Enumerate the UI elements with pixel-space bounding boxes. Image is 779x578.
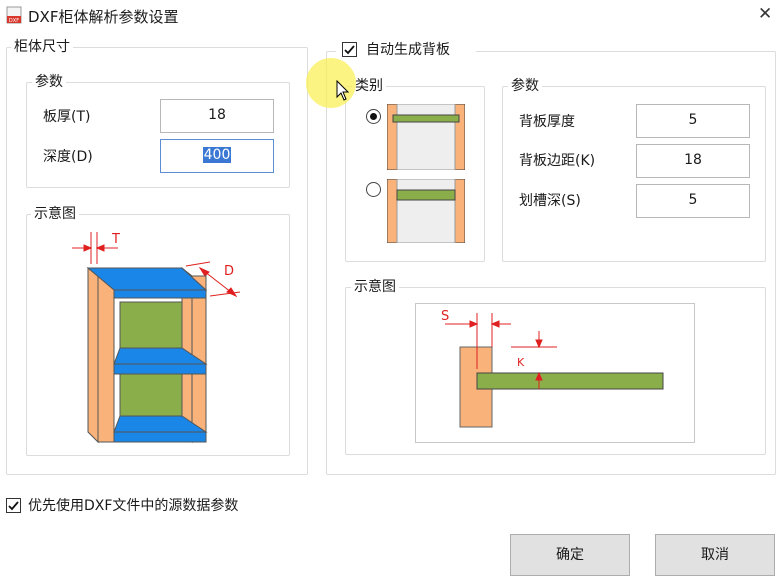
auto-generate-label: 自动生成背板 bbox=[366, 42, 450, 58]
cabinet-diagram: T D bbox=[72, 232, 241, 444]
checkmark-icon bbox=[8, 501, 19, 511]
auto-generate-toggle[interactable]: 自动生成背板 bbox=[336, 40, 476, 62]
back-margin-input[interactable]: 18 bbox=[636, 144, 750, 178]
app-icon: DXF bbox=[6, 6, 22, 24]
depth-input-value: 400 bbox=[202, 147, 232, 163]
back-panel-diagram: S K bbox=[415, 303, 695, 443]
s-label: S bbox=[441, 309, 449, 324]
cancel-button[interactable]: 取消 bbox=[655, 534, 775, 576]
top-shelf-edge bbox=[113, 289, 207, 299]
thickness-label: 板厚(T) bbox=[43, 109, 91, 125]
prefer-source-toggle[interactable]: 优先使用DXF文件中的源数据参数 bbox=[4, 495, 264, 517]
thickness-input[interactable]: 18 bbox=[160, 99, 274, 133]
groove-depth-input[interactable]: 5 bbox=[636, 184, 750, 218]
category-group-label: 类别 bbox=[352, 78, 386, 94]
cabinet-size-group-label: 柜体尺寸 bbox=[11, 39, 73, 55]
auto-generate-checkbox[interactable] bbox=[342, 42, 357, 57]
checkmark-icon bbox=[344, 45, 355, 55]
bottom-shelf-edge bbox=[113, 431, 207, 443]
k-label: K bbox=[517, 356, 525, 369]
cabinet-params-group-label: 参数 bbox=[32, 74, 66, 90]
left-front-edge bbox=[97, 275, 115, 443]
back-diagram-group-label: 示意图 bbox=[351, 279, 399, 295]
back-thickness-label: 背板厚度 bbox=[519, 114, 575, 130]
title-bar: DXF DXF柜体解析参数设置 ✕ bbox=[0, 0, 779, 32]
depth-input[interactable]: 400 bbox=[160, 139, 274, 173]
prefer-source-checkbox[interactable] bbox=[6, 498, 21, 513]
groove-depth-label: 划槽深(S) bbox=[519, 193, 581, 209]
depth-label: 深度(D) bbox=[43, 149, 93, 165]
close-icon[interactable]: ✕ bbox=[758, 4, 772, 24]
ok-button[interactable]: 确定 bbox=[510, 534, 630, 576]
back-thickness-input[interactable]: 5 bbox=[636, 104, 750, 138]
category-option-1-diagram bbox=[387, 104, 465, 170]
category-option-2-diagram bbox=[387, 179, 465, 243]
prefer-source-label: 优先使用DXF文件中的源数据参数 bbox=[28, 498, 239, 514]
mouse-pointer-icon bbox=[336, 80, 350, 101]
category-option-1-radio[interactable] bbox=[366, 109, 381, 124]
d-label: D bbox=[224, 264, 234, 279]
t-label: T bbox=[111, 232, 120, 247]
left-side-panel bbox=[87, 266, 99, 444]
back-margin-label: 背板边距(K) bbox=[519, 153, 596, 169]
cabinet-diagram-group-label: 示意图 bbox=[31, 206, 79, 222]
window-title: DXF柜体解析参数设置 bbox=[28, 8, 179, 26]
app-icon-text: DXF bbox=[9, 18, 19, 24]
middle-shelf-edge bbox=[113, 363, 207, 375]
back-params-group-label: 参数 bbox=[508, 78, 542, 94]
category-option-2-radio[interactable] bbox=[366, 182, 381, 197]
